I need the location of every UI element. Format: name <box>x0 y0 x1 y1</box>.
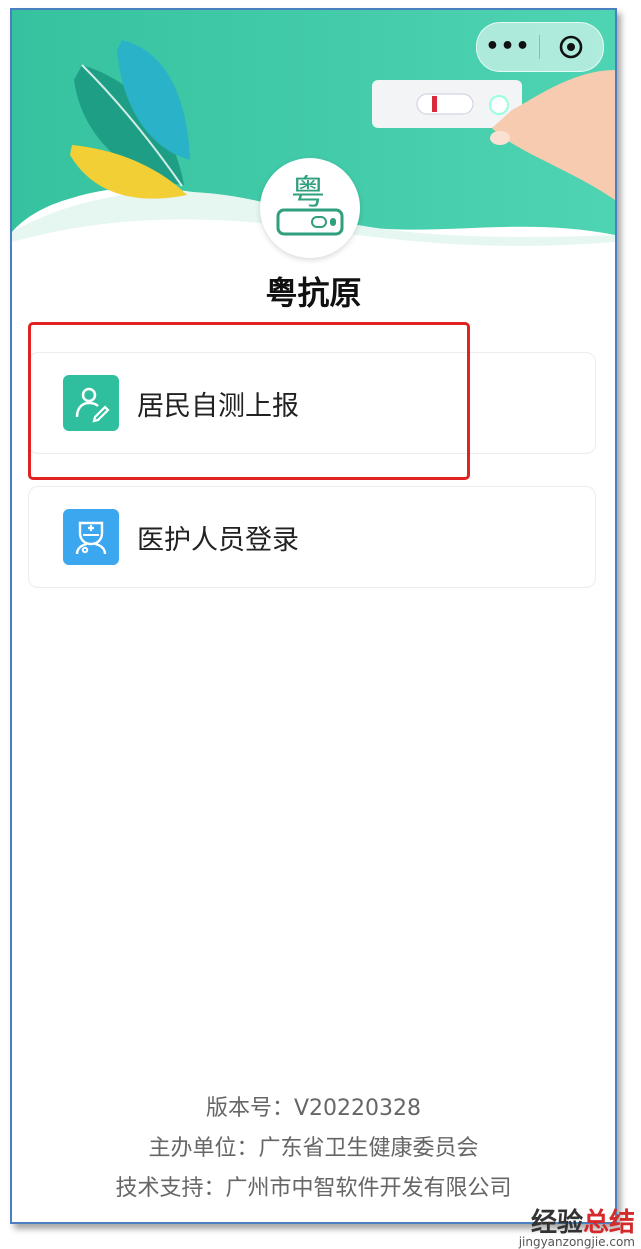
phone-frame: ••• 粤 粤抗原 居民自测上报 医护人员登录 版本号：V20220328 主办… <box>10 8 617 1224</box>
yue-antigen-logo-icon: 粤 <box>276 173 344 236</box>
svg-text:粤: 粤 <box>291 173 325 213</box>
mini-program-capsule: ••• <box>476 22 604 72</box>
watermark: 经验总结 jingyanzongjie.com <box>519 1202 635 1249</box>
doctor-icon <box>75 521 107 555</box>
sponsor-text: 主办单位：广东省卫生健康委员会 <box>148 1136 479 1161</box>
header-banner: ••• 粤 <box>12 10 615 260</box>
watermark-red-text: 总结 <box>582 1208 635 1238</box>
watermark-black-text: 经验 <box>530 1208 583 1238</box>
app-logo: 粤 <box>260 158 360 258</box>
watermark-title: 经验总结 <box>519 1202 635 1239</box>
version-text: 版本号：V20220328 <box>205 1096 422 1121</box>
medical-staff-icon-box <box>63 509 119 565</box>
watermark-url: jingyanzongjie.com <box>518 1235 635 1249</box>
more-options-button[interactable]: ••• <box>477 23 539 71</box>
page-title: 粤抗原 <box>265 274 362 312</box>
close-program-button[interactable] <box>540 34 602 60</box>
medical-staff-login-button[interactable]: 医护人员登录 <box>28 486 596 588</box>
highlight-annotation-box <box>28 322 470 480</box>
medical-staff-login-label: 医护人员登录 <box>137 524 299 556</box>
support-text: 技术支持：广州市中智软件开发有限公司 <box>115 1176 512 1201</box>
target-circle-icon <box>559 35 583 59</box>
